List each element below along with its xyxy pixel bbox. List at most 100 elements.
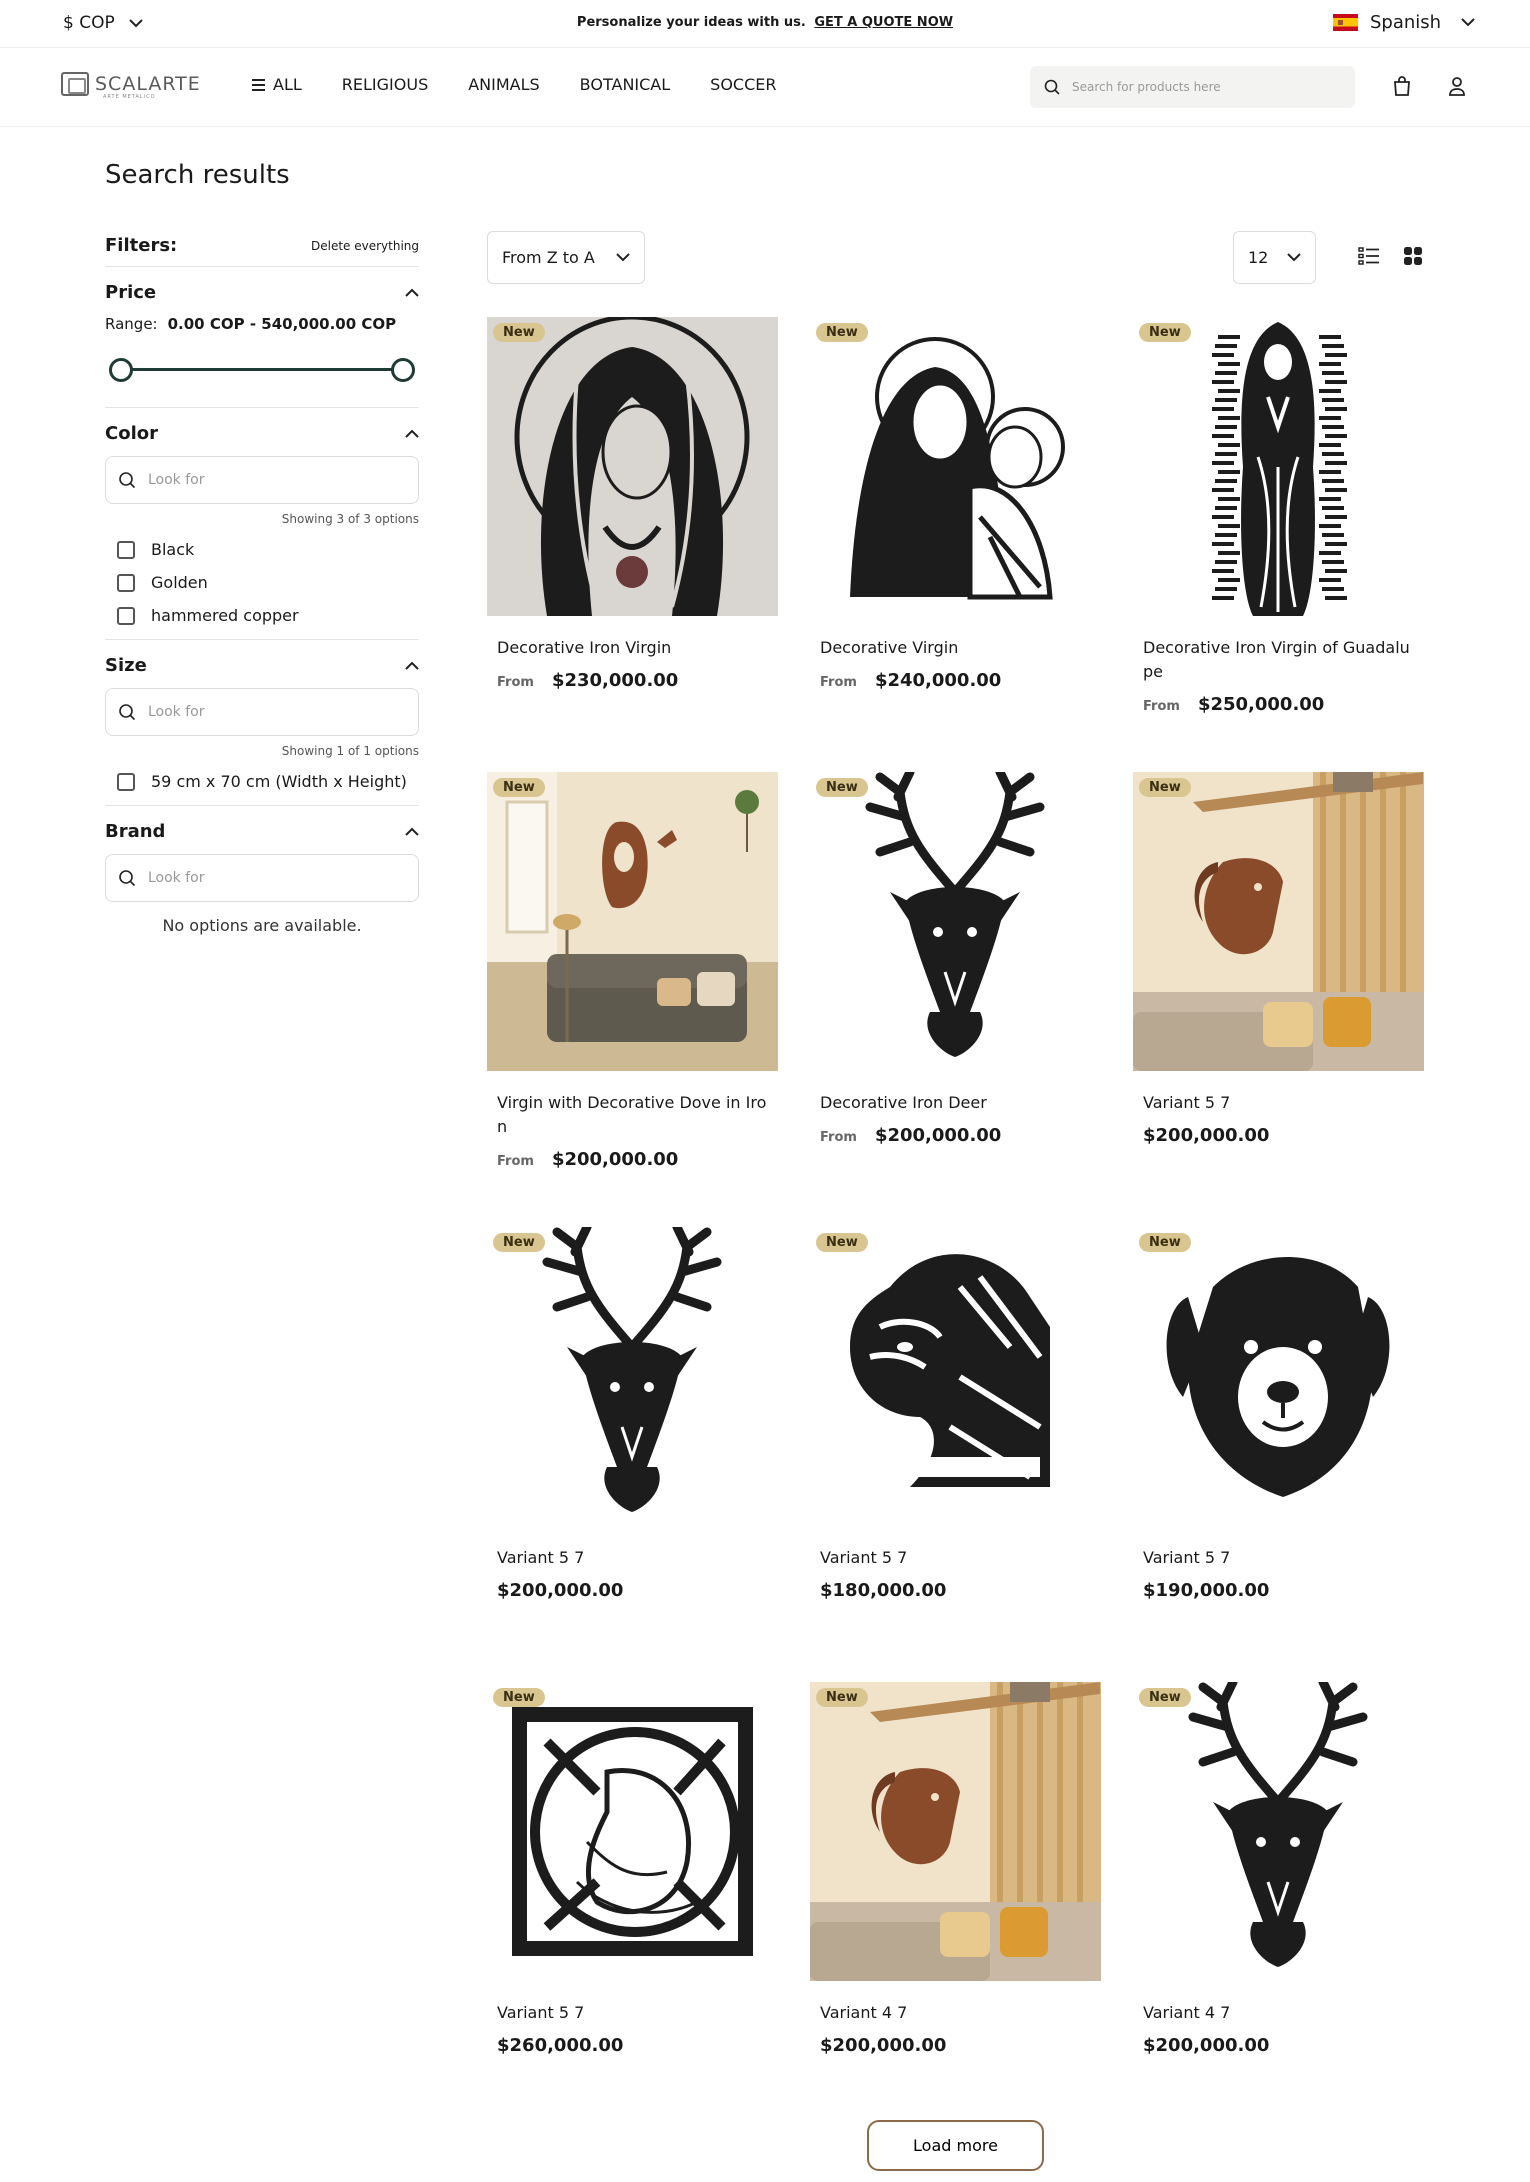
price-range-label: Range: xyxy=(105,315,158,333)
product-card[interactable]: New Variant 5 7 $180,000.00 xyxy=(810,1227,1101,1682)
search-icon xyxy=(119,704,136,721)
product-image[interactable]: New xyxy=(810,317,1101,616)
product-card[interactable]: New Variant 4 7 $200,000.00 xyxy=(810,1682,1101,2137)
size-options-count: Showing 1 of 1 options xyxy=(281,744,419,758)
grid-view-icon[interactable] xyxy=(1403,246,1423,266)
product-name[interactable]: Decorative Virgin xyxy=(820,636,1091,660)
filters-header: Filters: Delete everything xyxy=(105,235,419,267)
chevron-up-icon xyxy=(405,429,419,438)
product-name[interactable]: Variant 5 7 xyxy=(497,1546,768,1570)
product-name[interactable]: Virgin with Decorative Dove in Iron xyxy=(497,1091,768,1139)
language-selector[interactable]: Spanish xyxy=(1333,12,1475,33)
product-price: $260,000.00 xyxy=(497,2035,624,2056)
sort-dropdown[interactable]: From Z to A xyxy=(487,231,645,284)
price-row: From $230,000.00 xyxy=(497,670,768,691)
new-badge: New xyxy=(1139,778,1191,797)
checkbox[interactable] xyxy=(117,606,135,625)
product-price: $230,000.00 xyxy=(551,670,679,691)
slider-max-handle[interactable] xyxy=(391,358,415,382)
brand-search-input[interactable] xyxy=(148,870,388,886)
product-card[interactable]: New Virgin with Decorative Dove in Iron Fr… xyxy=(487,772,778,1227)
brand-filter-toggle[interactable]: Brand xyxy=(105,820,419,842)
search-icon xyxy=(119,870,136,887)
product-card[interactable]: New Variant 5 7 $260,000.00 xyxy=(487,1682,778,2137)
search-input[interactable] xyxy=(1072,80,1322,94)
list-view-icon[interactable] xyxy=(1358,246,1380,266)
color-option-golden[interactable]: Golden xyxy=(105,573,419,592)
product-name[interactable]: Variant 5 7 xyxy=(820,1546,1091,1570)
price-filter-toggle[interactable]: Price xyxy=(105,281,419,303)
filters-label: Filters: xyxy=(105,235,178,256)
color-option-hammered-copper[interactable]: hammered copper xyxy=(105,606,419,625)
color-search-input[interactable] xyxy=(148,472,388,488)
product-card[interactable]: New Decorative Iron Deer From $200,000.00 xyxy=(810,772,1101,1227)
product-name[interactable]: Variant 5 7 xyxy=(497,2001,768,2025)
product-grid: New Decorative Iron Virgin From $230,000.00… xyxy=(487,317,1427,2137)
size-option[interactable]: 59 cm x 70 cm (Width x Height) xyxy=(105,772,419,791)
product-card[interactable]: New Variant 5 7 $200,000.00 xyxy=(1133,772,1424,1227)
product-card[interactable]: New Decorative Iron Virgin From $230,000.00 xyxy=(487,317,778,772)
product-image[interactable]: New xyxy=(487,772,778,1071)
product-price: $190,000.00 xyxy=(1143,1580,1270,1601)
checkbox[interactable] xyxy=(117,540,135,559)
logo-text: SCALARTE xyxy=(95,73,201,95)
checkbox[interactable] xyxy=(117,573,135,592)
product-price: $200,000.00 xyxy=(1143,2035,1270,2056)
clear-filters-button[interactable]: Delete everything xyxy=(311,239,419,253)
color-filter-toggle[interactable]: Color xyxy=(105,422,419,444)
nav-item-religious[interactable]: RELIGIOUS xyxy=(342,75,428,94)
price-filter-title: Price xyxy=(105,281,157,303)
product-name[interactable]: Decorative Iron Deer xyxy=(820,1091,1091,1115)
price-row: $200,000.00 xyxy=(497,1580,768,1601)
product-image[interactable]: New xyxy=(1133,1682,1424,1981)
product-card[interactable]: New Decorative Iron Virgin of Guadalupe Fr… xyxy=(1133,317,1424,772)
product-name[interactable]: Decorative Iron Virgin of Guadalupe xyxy=(1143,636,1414,684)
price-range: Range: 0.00 COP - 540,000.00 COP xyxy=(105,315,419,333)
user-icon[interactable] xyxy=(1448,76,1466,96)
product-image[interactable]: New xyxy=(487,1682,778,1981)
quote-link[interactable]: GET A QUOTE NOW xyxy=(814,15,953,30)
product-image[interactable]: New xyxy=(487,1227,778,1526)
checkbox[interactable] xyxy=(117,772,135,791)
price-row: $260,000.00 xyxy=(497,2035,768,2056)
nav-item-soccer[interactable]: SOCCER xyxy=(710,75,776,94)
per-page-dropdown[interactable]: 12 xyxy=(1233,231,1316,284)
load-more-button[interactable]: Load more xyxy=(867,2120,1044,2171)
product-card[interactable]: New Variant 4 7 $200,000.00 xyxy=(1133,1682,1424,2137)
product-image[interactable]: New xyxy=(487,317,778,616)
product-name[interactable]: Variant 5 7 xyxy=(1143,1546,1414,1570)
shopping-bag-icon[interactable] xyxy=(1393,76,1411,96)
slider-min-handle[interactable] xyxy=(109,358,133,382)
product-card[interactable]: New Variant 5 7 $200,000.00 xyxy=(487,1227,778,1682)
product-card[interactable]: New Decorative Virgin From $240,000.00 xyxy=(810,317,1101,772)
color-option-black[interactable]: Black xyxy=(105,540,419,559)
logo[interactable]: SCALARTE ARTE METALICO xyxy=(61,72,201,100)
product-name[interactable]: Variant 4 7 xyxy=(820,2001,1091,2025)
product-image[interactable]: New xyxy=(1133,317,1424,616)
price-slider[interactable] xyxy=(105,355,419,385)
nav-item-animals[interactable]: ANIMALS xyxy=(468,75,539,94)
product-image[interactable]: New xyxy=(810,1227,1101,1526)
new-badge: New xyxy=(816,323,868,342)
product-image[interactable]: New xyxy=(810,1682,1101,1981)
product-name[interactable]: Decorative Iron Virgin xyxy=(497,636,768,660)
product-card[interactable]: New Variant 5 7 $190,000.00 xyxy=(1133,1227,1424,1682)
search-icon[interactable] xyxy=(1044,79,1060,95)
product-image[interactable]: New xyxy=(1133,1227,1424,1526)
size-search-input[interactable] xyxy=(148,704,388,720)
product-price: $180,000.00 xyxy=(820,1580,947,1601)
nav-item-all[interactable]: ALL xyxy=(252,75,302,94)
product-name[interactable]: Variant 5 7 xyxy=(1143,1091,1414,1115)
product-image[interactable]: New xyxy=(810,772,1101,1071)
product-image[interactable]: New xyxy=(1133,772,1424,1071)
option-label: hammered copper xyxy=(151,606,299,625)
slider-track xyxy=(121,368,403,371)
price-range-value: 0.00 COP - 540,000.00 COP xyxy=(167,315,397,333)
page-title: Search results xyxy=(105,160,290,190)
product-price: $200,000.00 xyxy=(497,1580,624,1601)
product-name[interactable]: Variant 4 7 xyxy=(1143,2001,1414,2025)
size-filter-toggle[interactable]: Size xyxy=(105,654,419,676)
nav-item-botanical[interactable]: BOTANICAL xyxy=(580,75,670,94)
price-row: $190,000.00 xyxy=(1143,1580,1414,1601)
price-row: $200,000.00 xyxy=(1143,1125,1414,1146)
